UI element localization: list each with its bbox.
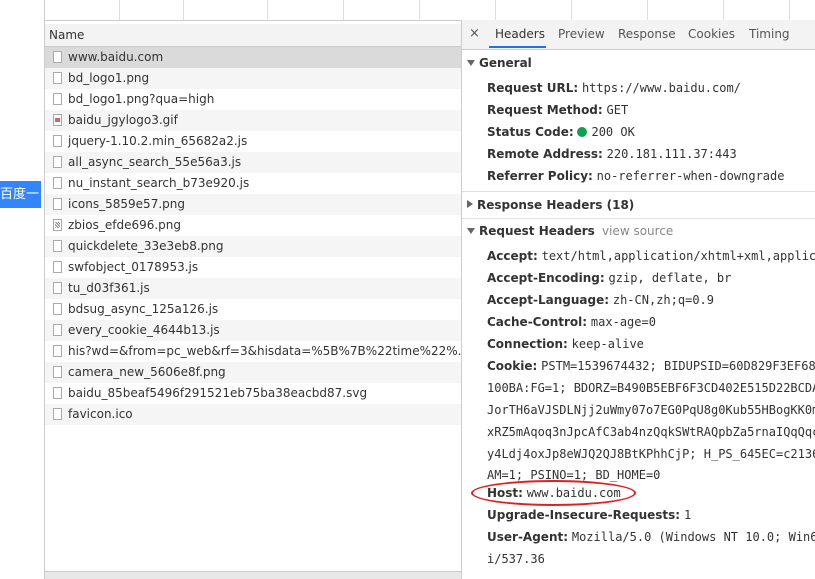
tab-timing[interactable]: Timing <box>749 27 790 41</box>
request-url-row: Request URL: https://www.baidu.com/ <box>487 81 741 95</box>
document-icon <box>53 156 62 168</box>
general-section-toggle[interactable]: General <box>467 56 532 70</box>
section-divider <box>462 191 815 192</box>
request-name: bdsug_async_125a126.js <box>68 302 219 316</box>
request-row[interactable]: quickdelete_33e3eb8.png <box>45 236 461 257</box>
list-scrollbar[interactable] <box>45 571 461 579</box>
connection-row: Connection: keep-alive <box>487 337 644 351</box>
request-row[interactable]: baidu_jgylogo3.gif <box>45 110 461 131</box>
request-row[interactable]: nu_instant_search_b73e920.js <box>45 173 461 194</box>
request-row[interactable]: icons_5859e57.png <box>45 194 461 215</box>
section-divider <box>462 218 815 219</box>
request-name: nu_instant_search_b73e920.js <box>68 176 250 190</box>
request-name: www.baidu.com <box>68 50 164 64</box>
devtools-network-panel: Name www.baidu.com bd_logo1.png bd_logo1.p… <box>44 0 815 579</box>
request-name: quickdelete_33e3eb8.png <box>68 239 224 253</box>
document-icon <box>53 345 62 357</box>
request-detail-panel: × Headers Preview Response Cookies Timin… <box>461 20 815 579</box>
request-row[interactable]: bd_logo1.png?qua=high <box>45 89 461 110</box>
request-row[interactable]: tu_d03f361.js <box>45 278 461 299</box>
close-icon[interactable]: × <box>469 26 480 41</box>
tab-preview[interactable]: Preview <box>558 27 605 41</box>
tab-headers[interactable]: Headers <box>495 27 545 41</box>
document-icon <box>53 198 62 210</box>
status-code-row: Status Code: 200 OK <box>487 125 635 139</box>
accept-language-row: Accept-Language: zh-CN,zh;q=0.9 <box>487 293 714 307</box>
referrer-policy-row: Referrer Policy: no-referrer-when-downgr… <box>487 169 785 183</box>
request-name: swfobject_0178953.js <box>68 260 199 274</box>
cookie-row: Cookie: PSTM=1539674432; BIDUPSID=60D829… <box>487 359 815 373</box>
request-row[interactable]: swfobject_0178953.js <box>45 257 461 278</box>
request-name: his?wd=&from=pc_web&rf=3&hisdata=%5B%7B%… <box>68 344 461 358</box>
request-name: zbios_efde696.png <box>68 218 182 232</box>
document-icon <box>53 51 62 63</box>
user-agent-row: User-Agent: Mozilla/5.0 (Windows NT 10.0… <box>487 530 815 544</box>
request-row[interactable]: his?wd=&from=pc_web&rf=3&hisdata=%5B%7B%… <box>45 341 461 362</box>
document-icon <box>53 324 62 336</box>
document-icon <box>53 240 62 252</box>
request-name: jquery-1.10.2.min_65682a2.js <box>68 134 248 148</box>
request-name: every_cookie_4644b13.js <box>68 323 220 337</box>
document-icon <box>53 282 62 294</box>
document-icon <box>53 72 62 84</box>
request-row[interactable]: bd_logo1.png <box>45 68 461 89</box>
request-name: tu_d03f361.js <box>68 281 150 295</box>
document-icon <box>53 261 62 273</box>
request-row[interactable]: zbios_efde696.png <box>45 215 461 236</box>
request-row[interactable]: all_async_search_55e56a3.js <box>45 152 461 173</box>
image-icon <box>53 219 62 231</box>
document-icon <box>53 366 62 378</box>
active-tab-indicator <box>489 46 546 48</box>
cookie-continuation: y4Ldj4oxJp8eWJQ2QJ8BtKPhhCjP; H_PS_645EC… <box>487 447 815 461</box>
document-icon <box>53 177 62 189</box>
baidu-search-button[interactable]: 百度一 <box>0 181 41 208</box>
document-icon <box>53 408 62 420</box>
request-name: bd_logo1.png?qua=high <box>68 92 215 106</box>
request-row[interactable]: camera_new_5606e8f.png <box>45 362 461 383</box>
name-column-header[interactable]: Name <box>45 24 461 47</box>
remote-address-row: Remote Address: 220.181.111.37:443 <box>487 147 737 161</box>
cookie-continuation: 100BA:FG=1; BDORZ=B490B5EBF6F3CD402E515D… <box>487 381 815 395</box>
request-row[interactable]: www.baidu.com <box>45 47 461 68</box>
expand-triangle-icon <box>467 60 475 66</box>
request-row[interactable]: bdsug_async_125a126.js <box>45 299 461 320</box>
cookie-continuation: JorTH6aVJSDLNjj2uWmy07o7EG0PqU8g0Kub55HB… <box>487 403 815 417</box>
detail-tab-bar: × Headers Preview Response Cookies Timin… <box>462 20 815 50</box>
request-headers-toggle[interactable]: Request Headers <box>467 224 595 238</box>
gif-icon <box>53 114 62 126</box>
expand-triangle-icon <box>467 228 475 234</box>
request-name: camera_new_5606e8f.png <box>68 365 226 379</box>
timeline-overview <box>45 0 815 21</box>
tab-response[interactable]: Response <box>618 27 676 41</box>
user-agent-continuation: i/537.36 <box>487 552 545 566</box>
request-name: baidu_85beaf5496f291521eb75ba38eacbd87.s… <box>68 386 368 400</box>
request-row[interactable]: every_cookie_4644b13.js <box>45 320 461 341</box>
request-name: icons_5859e57.png <box>68 197 185 211</box>
request-name: favicon.ico <box>68 407 133 421</box>
tab-cookies[interactable]: Cookies <box>688 27 735 41</box>
host-highlight-annotation <box>471 480 636 506</box>
status-ok-icon <box>577 127 588 137</box>
request-name: bd_logo1.png <box>68 71 150 85</box>
request-method-row: Request Method: GET <box>487 103 629 117</box>
request-list: Name www.baidu.com bd_logo1.png bd_logo1.p… <box>45 24 461 579</box>
accept-encoding-row: Accept-Encoding: gzip, deflate, br <box>487 271 732 285</box>
document-icon <box>53 387 62 399</box>
request-name: baidu_jgylogo3.gif <box>68 113 178 127</box>
request-row[interactable]: favicon.ico <box>45 404 461 425</box>
view-source-link[interactable]: view source <box>602 224 673 238</box>
document-icon <box>53 135 62 147</box>
response-headers-toggle[interactable]: Response Headers (18) <box>467 198 634 212</box>
cache-control-row: Cache-Control: max-age=0 <box>487 315 656 329</box>
page-background: 百度一 <box>0 0 44 579</box>
upgrade-insecure-row: Upgrade-Insecure-Requests: 1 <box>487 508 692 522</box>
request-row[interactable]: jquery-1.10.2.min_65682a2.js <box>45 131 461 152</box>
request-row[interactable]: baidu_85beaf5496f291521eb75ba38eacbd87.s… <box>45 383 461 404</box>
request-name: all_async_search_55e56a3.js <box>68 155 242 169</box>
document-icon <box>53 93 62 105</box>
cookie-continuation: xRZ5mAqoq3nJpcAfC3ab4nzQqkSWtRAQpbZa5rna… <box>487 425 815 439</box>
accept-row: Accept: text/html,application/xhtml+xml,… <box>487 249 815 263</box>
document-icon <box>53 303 62 315</box>
collapse-triangle-icon <box>467 200 473 208</box>
